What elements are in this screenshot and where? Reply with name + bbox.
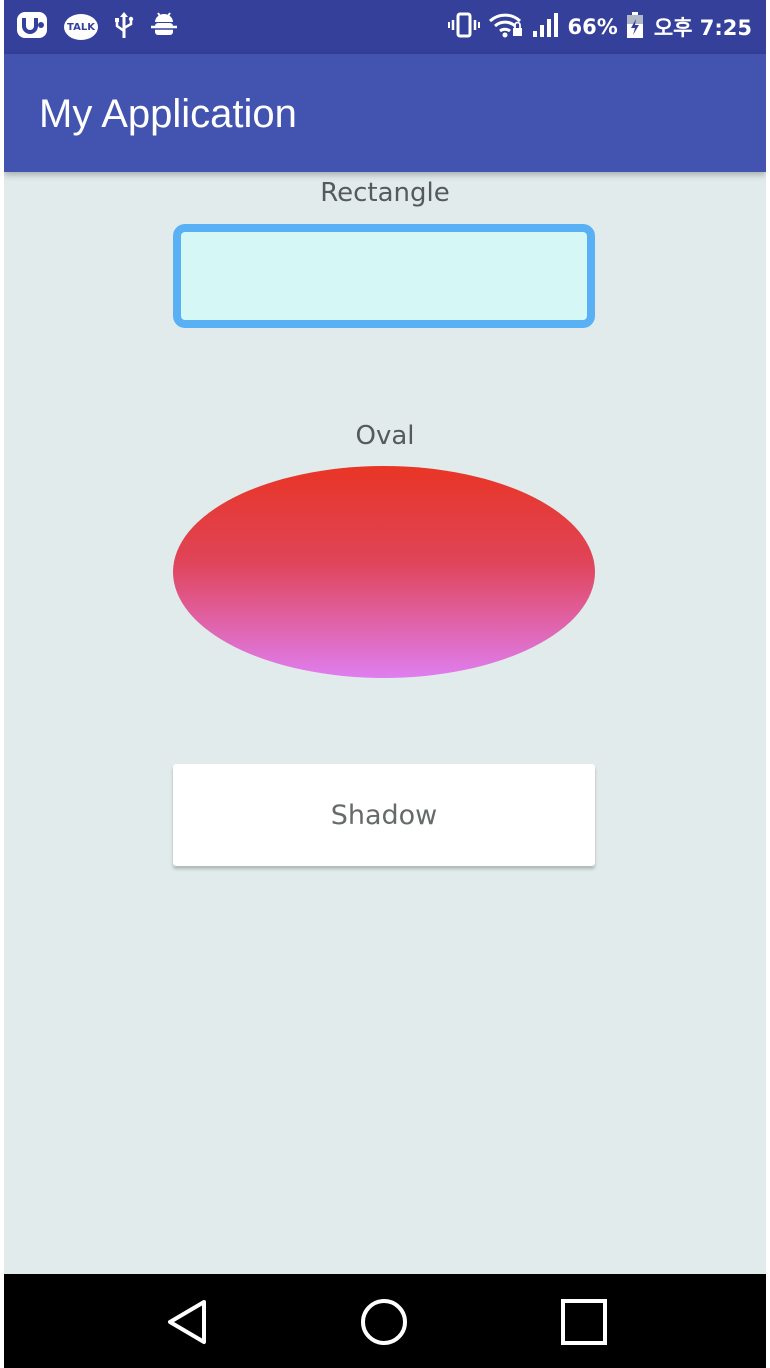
shadow-label: Shadow xyxy=(330,800,438,831)
signal-icon xyxy=(532,11,560,44)
recents-icon[interactable] xyxy=(554,1292,614,1352)
u-app-icon xyxy=(16,10,48,44)
clock-time: 오후 7:25 xyxy=(653,16,752,40)
talk-label: TALK xyxy=(67,21,95,33)
shadow-card: Shadow xyxy=(173,764,595,866)
battery-percent: 66% xyxy=(567,15,618,39)
phone-screen: TALK 66% 오후 7:25 My Application Rectangl… xyxy=(4,0,766,1368)
oval-label: Oval xyxy=(355,421,415,451)
navigation-bar xyxy=(4,1274,766,1368)
app-title: My Application xyxy=(39,92,297,136)
back-icon[interactable] xyxy=(160,1292,220,1352)
android-debug-icon xyxy=(150,10,178,44)
oval-shape xyxy=(172,465,596,679)
usb-icon xyxy=(114,10,134,44)
wifi-icon xyxy=(488,11,524,44)
status-bar: TALK 66% 오후 7:25 xyxy=(4,0,766,54)
status-left-icons: TALK xyxy=(16,10,178,44)
status-right-icons: 66% 오후 7:25 xyxy=(447,10,752,44)
battery-icon xyxy=(626,11,644,44)
talk-bubble-icon: TALK xyxy=(64,14,98,40)
rectangle-shape xyxy=(173,224,595,328)
rectangle-label: Rectangle xyxy=(320,178,450,208)
home-icon[interactable] xyxy=(354,1292,414,1352)
vibrate-icon xyxy=(447,11,480,44)
app-bar: My Application xyxy=(4,54,766,172)
